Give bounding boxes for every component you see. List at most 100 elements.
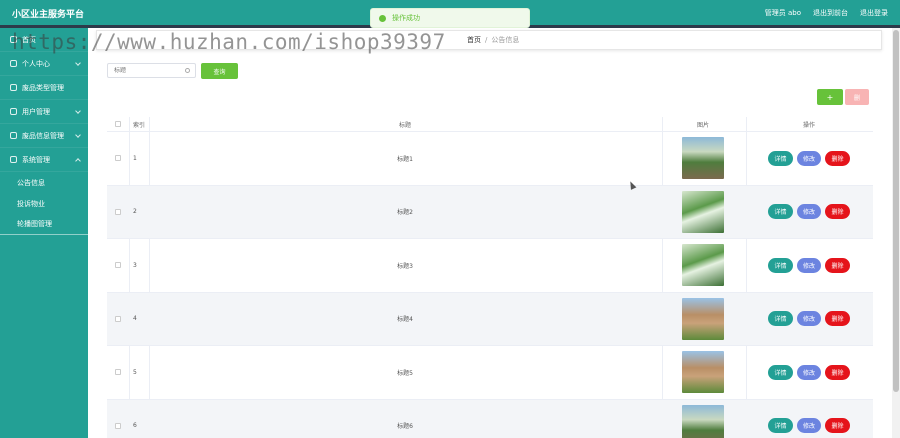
row-checkbox[interactable] [115,369,121,376]
chevron-down-icon [75,60,81,66]
sidebar-item-users[interactable]: 用户管理 [0,100,88,124]
row-index: 2 [133,208,137,216]
row-index: 6 [133,422,137,430]
header-image: 图片 [696,121,709,129]
select-all-checkbox[interactable] [115,121,121,127]
row-index: 1 [133,154,137,162]
people-photo [682,190,724,233]
sidebar-item-home[interactable]: 首页 [0,28,88,52]
edit-button[interactable]: 修改 [797,418,821,434]
chevron-down-icon [75,132,81,138]
edit-button[interactable]: 修改 [797,150,821,166]
delete-button[interactable]: 删除 [825,418,850,434]
search-input[interactable] [114,67,184,74]
row-title: 标题5 [397,369,413,377]
sidebar-item-label: 首页 [22,35,36,44]
page-scrollbar[interactable] [892,28,900,438]
sidebar-subitem-carousel[interactable]: 轮播图管理 [0,214,88,235]
row-index: 5 [133,368,137,376]
sidebar-item-waste-type[interactable]: 废品类型管理 [0,76,88,100]
top-bar-links: 管理员 abo 退出到前台 退出登录 [765,8,888,18]
row-checkbox[interactable] [115,422,121,429]
delete-button[interactable]: 删除 [825,364,850,380]
detail-button[interactable]: 详情 [768,364,793,380]
breadcrumb: 首页 / 公告信息 [96,30,882,50]
edit-button[interactable]: 修改 [797,311,821,327]
street-photo [682,137,724,180]
detail-button[interactable]: 详情 [768,257,793,273]
detail-button[interactable]: 详情 [768,150,793,166]
row-title: 标题2 [397,209,413,217]
sidebar-item-label: 系统管理 [22,155,50,164]
batch-delete-button[interactable]: 删 [845,89,869,105]
sidebar-item-profile[interactable]: 个人中心 [0,52,88,76]
sidebar-subitem-notice[interactable]: 公告信息 [0,172,88,193]
header-title: 标题 [398,121,411,129]
edit-button[interactable]: 修改 [797,364,821,380]
sidebar-item-label: 用户管理 [22,107,50,116]
chevron-up-icon [75,158,81,164]
sidebar: 首页 个人中心 废品类型管理 用户管理 废品信息管理 系统管理 公告信息 投诉物… [0,28,88,438]
sidebar-item-label: 废品类型管理 [22,83,64,92]
sidebar-item-waste-info[interactable]: 废品信息管理 [0,124,88,148]
notice-table: 索引 标题 图片 操作 1 标题1 详情 修改 删除 2 标题2 详情 修改 删… [107,117,873,438]
success-icon [379,14,386,22]
building-photo [682,351,724,394]
delete-button[interactable]: 删除 [825,311,850,327]
info-icon [10,132,17,139]
app-title: 小区业主服务平台 [12,10,85,20]
users-icon [10,108,17,115]
table-row: 6 标题6 详情 修改 删除 [107,399,873,438]
sidebar-subitem-complaint[interactable]: 投诉物业 [0,193,88,214]
table-row: 4 标题4 详情 修改 删除 [107,292,873,346]
home-icon [10,36,17,43]
table-row: 2 标题2 详情 修改 删除 [107,185,873,239]
row-checkbox[interactable] [115,262,121,269]
street-photo [682,404,724,438]
grid-icon [10,84,17,91]
delete-button[interactable]: 删除 [825,150,850,166]
breadcrumb-current: 公告信息 [491,36,520,44]
delete-button[interactable]: 删除 [825,204,850,220]
row-checkbox[interactable] [115,315,121,322]
search-box [107,63,196,78]
row-title: 标题4 [397,316,413,324]
row-title: 标题6 [397,423,413,431]
edit-button[interactable]: 修改 [797,204,821,220]
row-index: 4 [133,315,137,323]
building-photo [682,297,724,340]
row-checkbox[interactable] [115,208,121,215]
logout-link[interactable]: 退出登录 [860,8,888,18]
table-row: 3 标题3 详情 修改 删除 [107,239,873,293]
people-photo [682,244,724,287]
detail-button[interactable]: 详情 [768,418,793,434]
toast-message: 操作成功 [392,14,420,22]
table-header: 索引 标题 图片 操作 [107,117,873,132]
header-index: 索引 [133,121,146,129]
row-title: 标题3 [397,262,413,270]
search-icon [185,68,190,73]
add-button[interactable]: + [817,89,843,105]
chevron-down-icon [75,108,81,114]
success-toast: 操作成功 [370,8,530,28]
sidebar-item-label: 废品信息管理 [22,131,64,140]
row-checkbox[interactable] [115,155,121,162]
back-to-front-link[interactable]: 退出到前台 [813,8,848,18]
query-button-label: 查询 [213,68,226,76]
gear-icon [10,156,17,163]
row-index: 3 [133,261,137,269]
row-title: 标题1 [397,155,413,163]
detail-button[interactable]: 详情 [768,311,793,327]
sidebar-item-label: 个人中心 [22,59,50,68]
breadcrumb-separator: / [485,36,488,44]
breadcrumb-home[interactable]: 首页 [467,35,481,45]
edit-button[interactable]: 修改 [797,257,821,273]
delete-button[interactable]: 删除 [825,257,850,273]
header-actions: 操作 [802,121,815,129]
detail-button[interactable]: 详情 [768,204,793,220]
table-row: 5 标题5 详情 修改 删除 [107,346,873,400]
query-button[interactable]: 查询 [201,63,238,79]
scrollbar-thumb[interactable] [893,30,899,392]
sidebar-item-system[interactable]: 系统管理 [0,148,88,172]
current-user: 管理员 abo [764,9,801,17]
